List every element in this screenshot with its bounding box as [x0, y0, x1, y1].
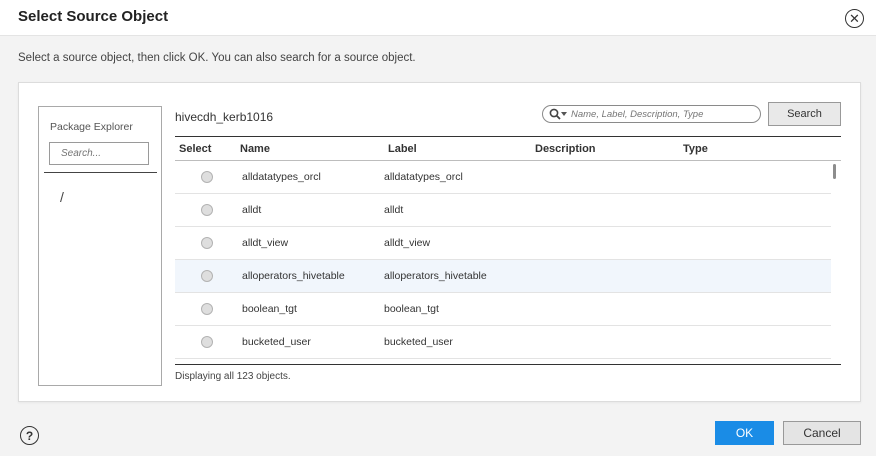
table-top-border — [175, 136, 841, 137]
table-row[interactable]: alloperators_hivetable alloperators_hive… — [175, 260, 831, 293]
table-bottom-border — [175, 364, 841, 365]
row-name: alldatatypes_orcl — [242, 171, 321, 183]
row-select-radio[interactable] — [201, 303, 213, 315]
ok-button[interactable]: OK — [715, 421, 774, 445]
cancel-button[interactable]: Cancel — [783, 421, 861, 445]
row-label: alldt_view — [384, 237, 431, 249]
row-label: alldatatypes_orcl — [384, 171, 463, 183]
column-header-name[interactable]: Name — [240, 143, 270, 155]
row-select-radio[interactable] — [201, 237, 213, 249]
table-row[interactable]: boolean_tgt boolean_tgt — [175, 293, 831, 326]
row-name: alldt_view — [242, 237, 289, 249]
row-name: alloperators_hivetable — [242, 270, 345, 282]
dialog-titlebar: Select Source Object ✕ — [0, 0, 876, 36]
object-search-box[interactable] — [542, 105, 761, 123]
object-count-text: Displaying all 123 objects. — [175, 371, 291, 382]
package-explorer-divider — [44, 172, 157, 173]
row-name: alldt — [242, 204, 262, 216]
table-row[interactable]: alldt alldt — [175, 194, 831, 227]
column-header-select[interactable]: Select — [179, 143, 211, 155]
row-select-radio[interactable] — [201, 171, 213, 183]
row-label: alldt — [384, 204, 404, 216]
row-label: boolean_tgt — [384, 303, 439, 315]
package-explorer: Package Explorer / — [38, 106, 162, 386]
row-label: bucketed_user — [384, 336, 453, 348]
chevron-down-icon[interactable] — [561, 112, 567, 116]
help-icon[interactable]: ? — [20, 426, 39, 445]
column-header-description[interactable]: Description — [535, 143, 596, 155]
package-explorer-title: Package Explorer — [50, 121, 133, 133]
selection-panel: Package Explorer / hivecdh_kerb1016 Sear… — [18, 82, 861, 402]
table-row[interactable]: bucketed_user bucketed_user — [175, 326, 831, 359]
row-name: boolean_tgt — [242, 303, 297, 315]
object-search-input[interactable] — [571, 107, 756, 121]
row-name: bucketed_user — [242, 336, 311, 348]
dialog-title: Select Source Object — [18, 8, 169, 25]
package-root-item[interactable]: / — [60, 189, 64, 205]
table-row[interactable]: alldatatypes_orcl alldatatypes_orcl — [175, 161, 831, 194]
column-header-type[interactable]: Type — [683, 143, 708, 155]
search-icon[interactable] — [549, 108, 561, 120]
connection-name: hivecdh_kerb1016 — [175, 110, 274, 124]
close-icon[interactable]: ✕ — [845, 9, 864, 28]
column-header-label[interactable]: Label — [388, 143, 417, 155]
row-select-radio[interactable] — [201, 336, 213, 348]
package-search-input[interactable] — [49, 142, 149, 165]
instructions-text: Select a source object, then click OK. Y… — [18, 52, 416, 64]
table-scrollbar[interactable] — [833, 164, 836, 179]
object-table-body: alldatatypes_orcl alldatatypes_orcl alld… — [175, 161, 831, 359]
search-button[interactable]: Search — [768, 102, 841, 126]
row-select-radio[interactable] — [201, 270, 213, 282]
row-label: alloperators_hivetable — [384, 270, 487, 282]
table-row[interactable]: alldt_view alldt_view — [175, 227, 831, 260]
row-select-radio[interactable] — [201, 204, 213, 216]
